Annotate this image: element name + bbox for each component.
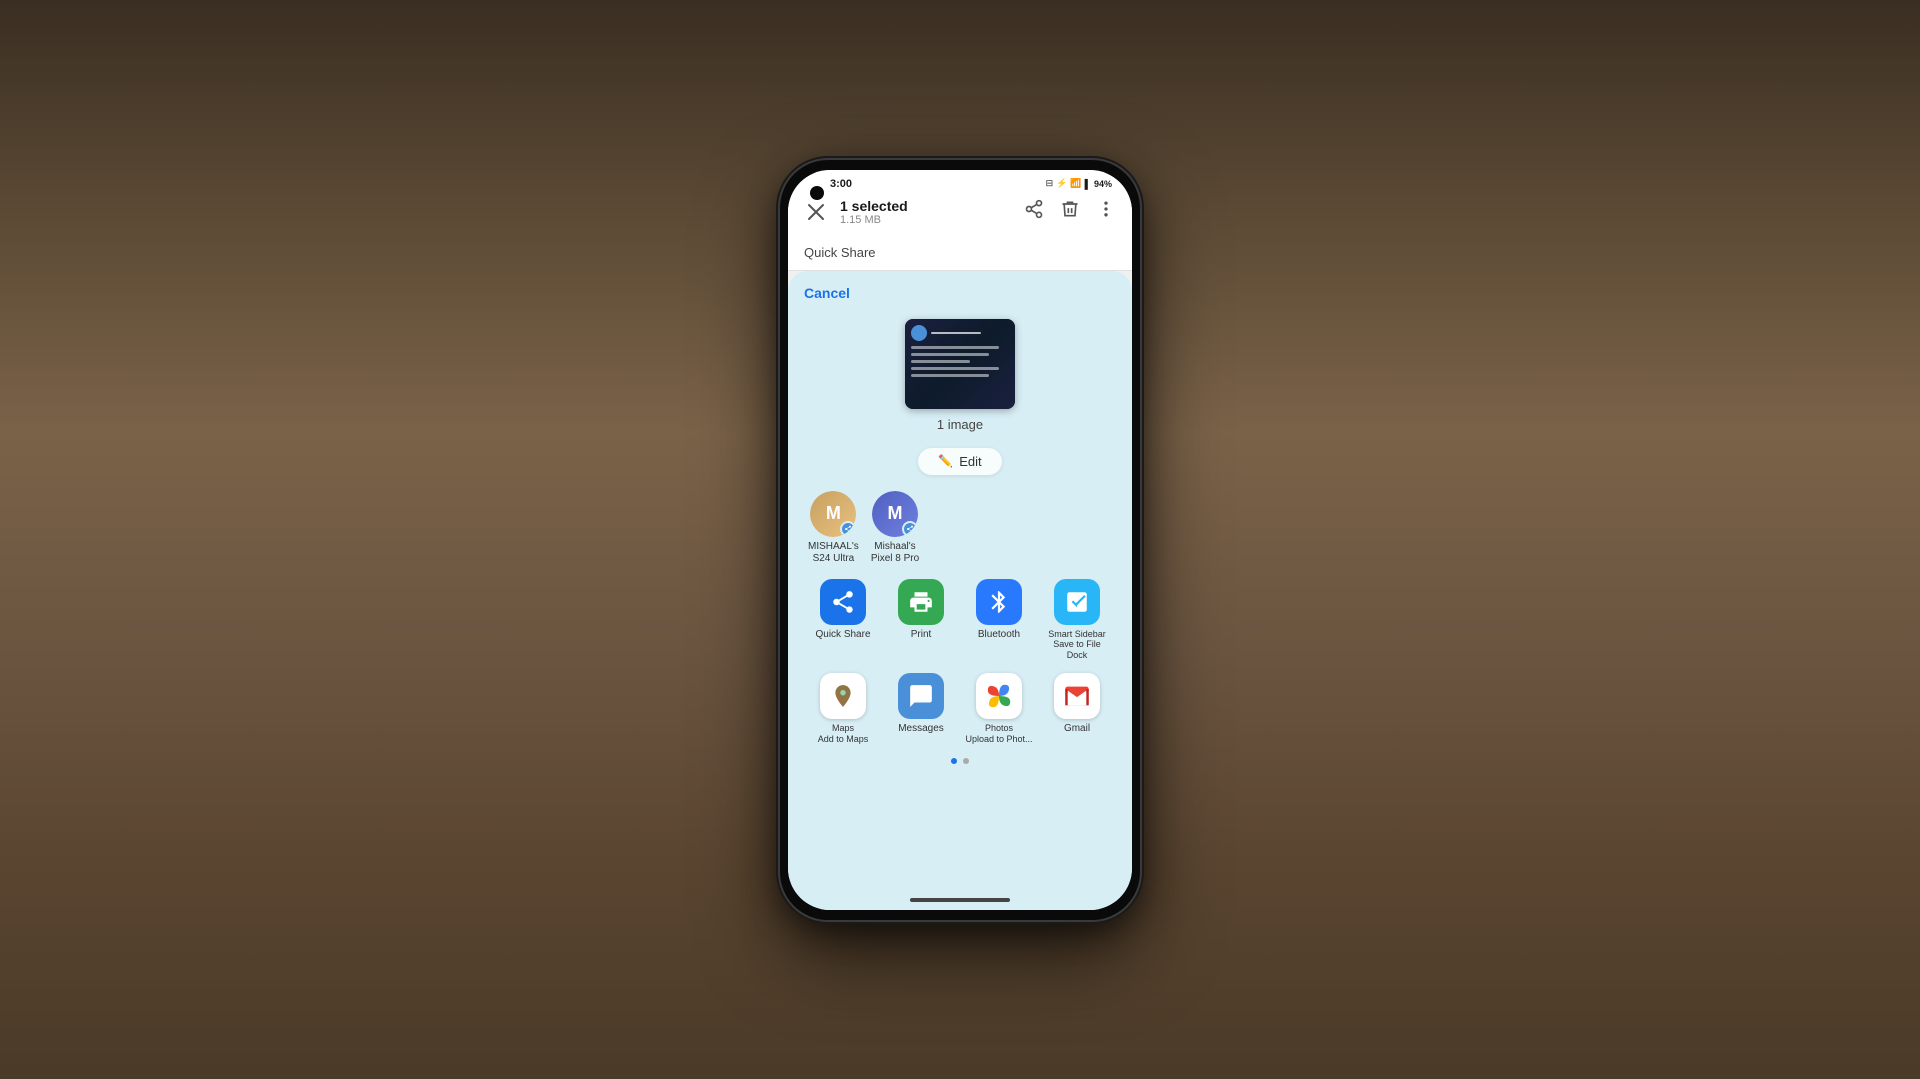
apps-row-2: MapsAdd to Maps Messages xyxy=(804,667,1116,751)
status-bar: 3:00 ⊟ ⚡ 📶 ▌ 94% xyxy=(788,170,1132,194)
close-button[interactable] xyxy=(804,200,828,224)
screen-content: 3:00 ⊟ ⚡ 📶 ▌ 94% xyxy=(788,170,1132,910)
photos-label: PhotosUpload to Phot... xyxy=(965,723,1032,745)
contact-name-2: Mishaal'sPixel 8 Pro xyxy=(871,541,919,565)
share-sheet-inner: Cancel xyxy=(788,271,1132,783)
bluetooth-label: Bluetooth xyxy=(978,629,1020,641)
selected-count: 1 selected xyxy=(840,198,908,214)
cancel-button[interactable]: Cancel xyxy=(804,283,1116,303)
messages-app-icon xyxy=(898,673,944,719)
quick-share-label: Quick Share xyxy=(804,245,876,260)
image-preview-section: 1 image xyxy=(804,303,1116,440)
contacts-row: M MISHAAL'sS24 Ultra xyxy=(808,483,1112,573)
edit-button-wrapper: ✏️ Edit xyxy=(804,448,1116,475)
photos-app-icon xyxy=(976,673,1022,719)
thumbnail-inner xyxy=(905,319,1015,409)
delete-icon[interactable] xyxy=(1060,199,1080,224)
app-print[interactable]: Print xyxy=(886,579,956,661)
top-bar-left: 1 selected 1.15 MB xyxy=(804,198,908,226)
share-icon[interactable] xyxy=(1024,199,1044,224)
quick-share-app-icon xyxy=(820,579,866,625)
app-bluetooth[interactable]: Bluetooth xyxy=(964,579,1034,661)
home-indicator[interactable] xyxy=(788,892,1132,910)
contact-avatar-2: M xyxy=(872,491,918,537)
app-messages[interactable]: Messages xyxy=(886,673,956,745)
status-time: 3:00 xyxy=(830,178,852,190)
thumb-text-1 xyxy=(911,346,999,349)
bluetooth-status-icon: ⚡ xyxy=(1056,178,1067,189)
thumb-text-3 xyxy=(911,360,970,363)
more-icon[interactable] xyxy=(1096,199,1116,224)
edit-button[interactable]: ✏️ Edit xyxy=(918,448,1001,475)
phone-device: 3:00 ⊟ ⚡ 📶 ▌ 94% xyxy=(780,160,1140,920)
contact-badge-1 xyxy=(840,521,856,537)
app-gmail[interactable]: Gmail xyxy=(1042,673,1112,745)
camera-cutout xyxy=(810,186,824,200)
contact-badge-2 xyxy=(902,521,918,537)
home-bar xyxy=(910,898,1010,902)
file-size: 1.15 MB xyxy=(840,214,908,226)
edit-label: Edit xyxy=(959,454,981,469)
app-smart-sidebar[interactable]: Smart SidebarSave to File Dock xyxy=(1042,579,1112,661)
wifi-icon: 📶 xyxy=(1070,178,1081,189)
phone-screen: 3:00 ⊟ ⚡ 📶 ▌ 94% xyxy=(788,170,1132,910)
contact-name-1: MISHAAL'sS24 Ultra xyxy=(808,541,859,565)
edit-icon: ✏️ xyxy=(938,454,953,468)
contact-mishaal-s24[interactable]: M MISHAAL'sS24 Ultra xyxy=(808,491,859,565)
app-maps[interactable]: MapsAdd to Maps xyxy=(808,673,878,745)
top-bar-title: 1 selected 1.15 MB xyxy=(840,198,908,226)
app-quick-share[interactable]: Quick Share xyxy=(808,579,878,661)
apps-row-1: Quick Share Print xyxy=(804,573,1116,667)
smart-sidebar-app-icon xyxy=(1054,579,1100,625)
bluetooth-app-icon xyxy=(976,579,1022,625)
image-count: 1 image xyxy=(937,417,983,432)
share-sheet: Cancel xyxy=(788,271,1132,892)
signal-icon: ▌ xyxy=(1085,179,1091,189)
thumb-text-2 xyxy=(911,353,989,356)
top-bar-actions xyxy=(1024,199,1116,224)
contact-avatar-1: M xyxy=(810,491,856,537)
quick-share-label: Quick Share xyxy=(815,629,870,641)
status-icons: ⊟ ⚡ 📶 ▌ 94% xyxy=(1046,178,1112,189)
gmail-app-icon xyxy=(1054,673,1100,719)
page-dot-2 xyxy=(963,758,969,764)
maps-app-icon xyxy=(820,673,866,719)
smart-sidebar-label: Smart SidebarSave to File Dock xyxy=(1042,629,1112,661)
image-thumbnail xyxy=(905,319,1015,409)
top-action-bar: 1 selected 1.15 MB xyxy=(788,194,1132,234)
app-photos[interactable]: PhotosUpload to Phot... xyxy=(964,673,1034,745)
notification-icon: ⊟ xyxy=(1046,178,1054,189)
print-app-icon xyxy=(898,579,944,625)
thumb-text-4 xyxy=(911,367,999,370)
gmail-label: Gmail xyxy=(1064,723,1090,735)
quick-share-header: Quick Share xyxy=(788,234,1132,271)
thumb-text-5 xyxy=(911,374,989,377)
messages-label: Messages xyxy=(898,723,944,735)
print-label: Print xyxy=(911,629,932,641)
battery-level: 94% xyxy=(1094,179,1112,189)
page-dots xyxy=(804,750,1116,770)
contact-mishaal-pixel[interactable]: M Mishaal'sPixel 8 Pro xyxy=(871,491,919,565)
maps-label: MapsAdd to Maps xyxy=(818,723,869,745)
page-dot-1 xyxy=(951,758,957,764)
